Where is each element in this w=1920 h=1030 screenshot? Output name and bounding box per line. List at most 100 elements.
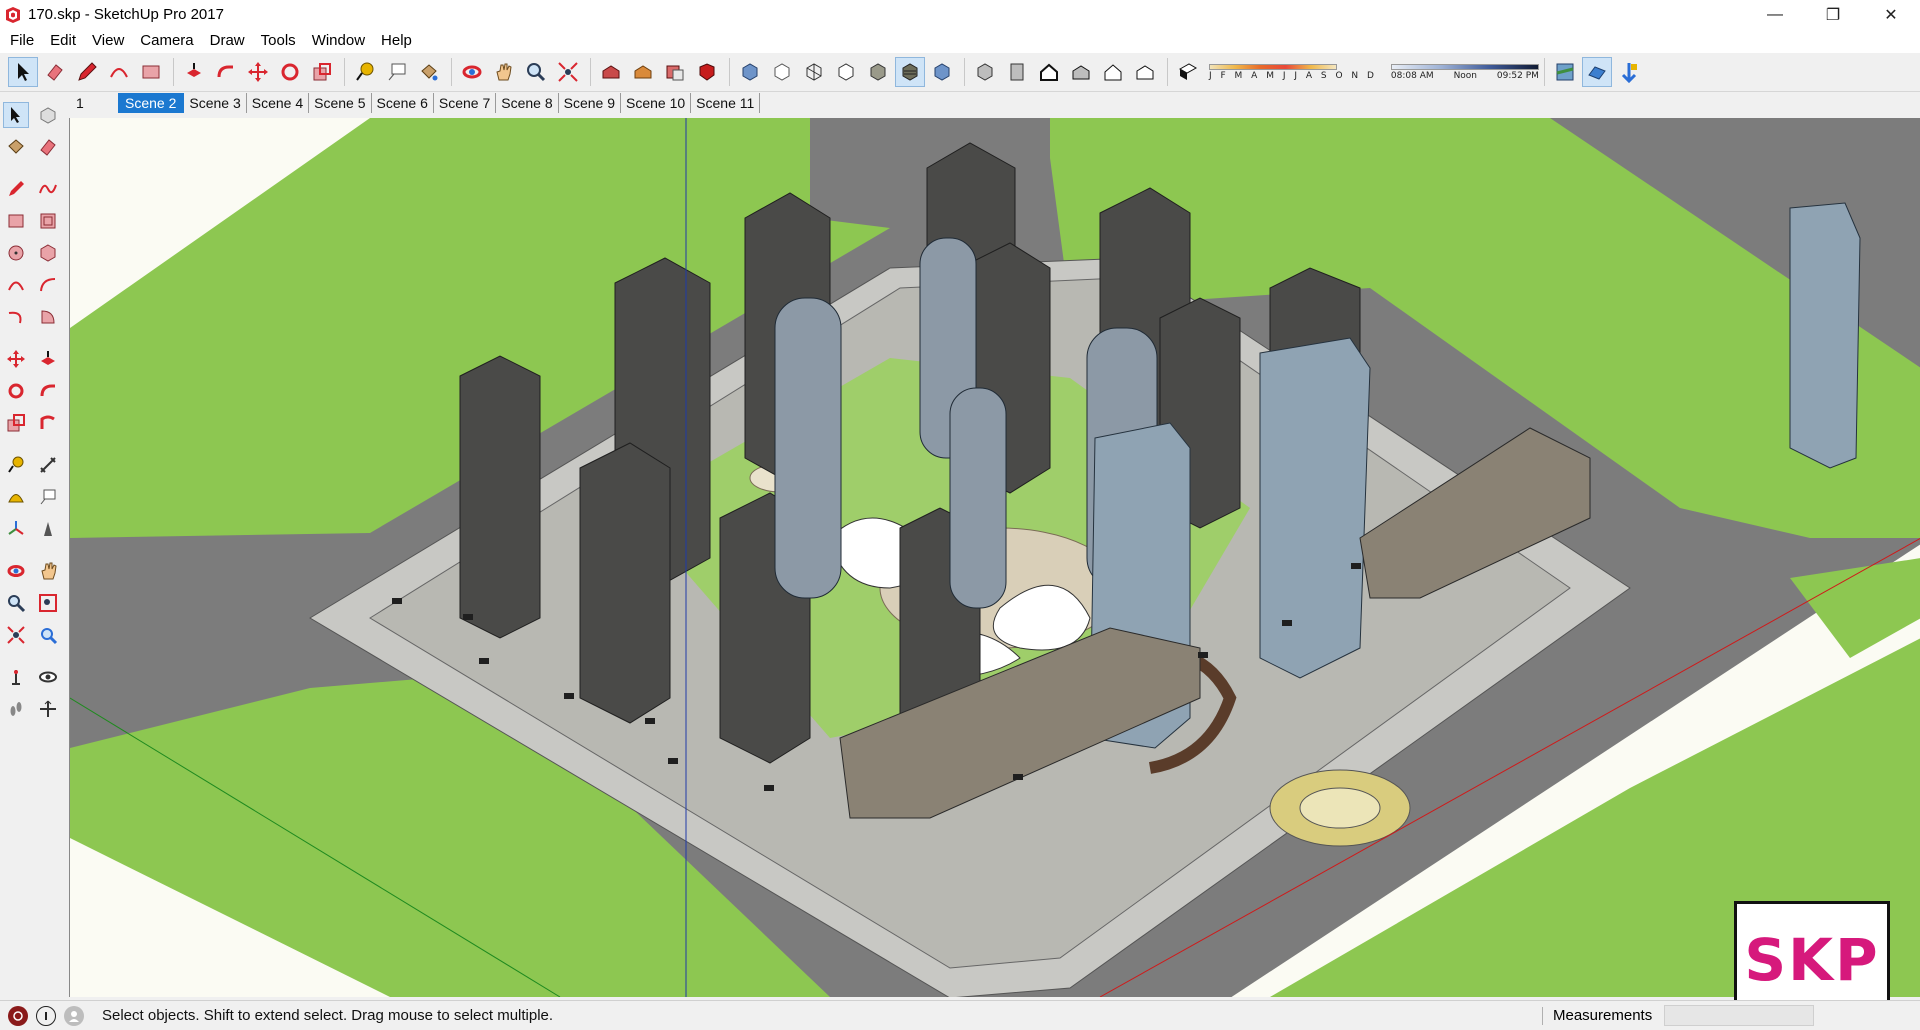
palette-tape-measure-button[interactable] [3,452,29,478]
menu-edit[interactable]: Edit [42,29,84,53]
share-component-button[interactable] [660,57,690,87]
palette-line-button[interactable] [3,176,29,202]
menu-file[interactable]: File [2,29,42,53]
share-model-button[interactable] [628,57,658,87]
extension-warehouse-button[interactable] [692,57,722,87]
palette-zoom-extents-button[interactable] [3,622,29,648]
credits-icon[interactable] [36,1005,56,1026]
palette-dimension-button[interactable] [35,452,61,478]
minimize-button[interactable]: — [1746,0,1804,29]
hidden-line-button[interactable] [831,57,861,87]
add-location-button[interactable] [1550,57,1580,87]
menu-window[interactable]: Window [304,29,373,53]
left-view-button[interactable] [1130,57,1160,87]
palette-three-point-arc-button[interactable] [3,304,29,330]
scene-tab-10[interactable]: Scene 10 [621,93,692,113]
scene-tab-4[interactable]: Scene 4 [247,93,310,113]
select-tool-button[interactable] [8,57,38,87]
palette-freehand-button[interactable] [35,176,61,202]
top-view-button[interactable] [1002,57,1032,87]
scene-tab-5[interactable]: Scene 5 [309,93,372,113]
palette-3d-text-button[interactable] [35,516,61,542]
orbit-tool-button[interactable] [457,57,487,87]
palette-select-button[interactable] [3,102,29,128]
photo-textures-button[interactable] [1614,57,1644,87]
menu-view[interactable]: View [84,29,132,53]
palette-scale-button[interactable] [3,410,29,436]
palette-zoom-button[interactable] [3,590,29,616]
scale-tool-button[interactable] [307,57,337,87]
arc-tool-button[interactable] [104,57,134,87]
scene-tab-1[interactable]: 1 [60,93,118,113]
close-button[interactable]: ✕ [1862,0,1920,29]
rotate-tool-button[interactable] [275,57,305,87]
palette-rectangle-button[interactable] [3,208,29,234]
xray-style-button[interactable] [735,57,765,87]
palette-text-button[interactable] [35,484,61,510]
toggle-terrain-button[interactable] [1581,57,1612,87]
monochrome-button[interactable] [927,57,957,87]
model-viewport[interactable] [69,118,1920,997]
palette-rotated-rectangle-button[interactable] [35,208,61,234]
paint-bucket-button[interactable] [414,57,444,87]
palette-rotate-button[interactable] [3,378,29,404]
measurements-input[interactable] [1664,1005,1814,1026]
palette-eraser-button[interactable] [35,134,61,160]
menu-help[interactable]: Help [373,29,420,53]
date-slider[interactable] [1209,63,1337,70]
show-shadows-button[interactable] [1173,57,1203,87]
iso-view-button[interactable] [970,57,1000,87]
move-tool-button[interactable] [243,57,273,87]
rectangle-tool-button[interactable] [136,57,166,87]
scene-tab-8[interactable]: Scene 8 [496,93,559,113]
palette-paint-button[interactable] [3,134,29,160]
scene-tab-9[interactable]: Scene 9 [559,93,621,113]
palette-two-point-arc-button[interactable] [35,272,61,298]
line-tool-button[interactable] [72,57,102,87]
push-pull-tool-button[interactable] [179,57,209,87]
palette-arc-button[interactable] [3,272,29,298]
palette-circle-button[interactable] [3,240,29,266]
palette-make-component-button[interactable] [35,102,61,128]
menu-tools[interactable]: Tools [253,29,304,53]
palette-axes-button[interactable] [3,516,29,542]
scene-tab-7[interactable]: Scene 7 [434,93,497,113]
user-icon[interactable] [64,1005,84,1026]
follow-me-tool-button[interactable] [211,57,241,87]
palette-push-pull-button[interactable] [35,346,61,372]
text-tool-button[interactable] [382,57,412,87]
eraser-tool-button[interactable] [40,57,70,87]
shaded-textures-button[interactable] [895,57,925,87]
pan-tool-button[interactable] [489,57,519,87]
palette-follow-me-button[interactable] [35,378,61,404]
palette-pie-button[interactable] [35,304,61,330]
wireframe-button[interactable] [799,57,829,87]
palette-look-around-button[interactable] [35,664,61,690]
tape-measure-button[interactable] [350,57,380,87]
palette-pan-button[interactable] [35,558,61,584]
menu-camera[interactable]: Camera [132,29,201,53]
scene-tab-3[interactable]: Scene 3 [184,93,247,113]
palette-move-button[interactable] [3,346,29,372]
back-edges-button[interactable] [767,57,797,87]
scene-tab-6[interactable]: Scene 6 [372,93,434,113]
shaded-button[interactable] [863,57,893,87]
palette-offset-button[interactable] [35,410,61,436]
scene-tab-2[interactable]: Scene 2 [118,93,185,113]
maximize-button[interactable]: ❐ [1804,0,1862,29]
palette-orbit-button[interactable] [3,558,29,584]
front-view-button[interactable] [1034,57,1064,87]
palette-section-plane-button[interactable] [35,696,61,722]
scene-tab-11[interactable]: Scene 11 [691,93,761,113]
zoom-tool-button[interactable] [521,57,551,87]
time-slider[interactable] [1390,63,1539,70]
palette-polygon-button[interactable] [35,240,61,266]
geo-location-icon[interactable] [8,1005,28,1026]
palette-protractor-button[interactable] [3,484,29,510]
palette-position-camera-button[interactable] [3,664,29,690]
menu-draw[interactable]: Draw [202,29,253,53]
palette-previous-view-button[interactable] [35,622,61,648]
right-view-button[interactable] [1066,57,1096,87]
warehouse-button[interactable] [596,57,626,87]
zoom-extents-button[interactable] [553,57,583,87]
